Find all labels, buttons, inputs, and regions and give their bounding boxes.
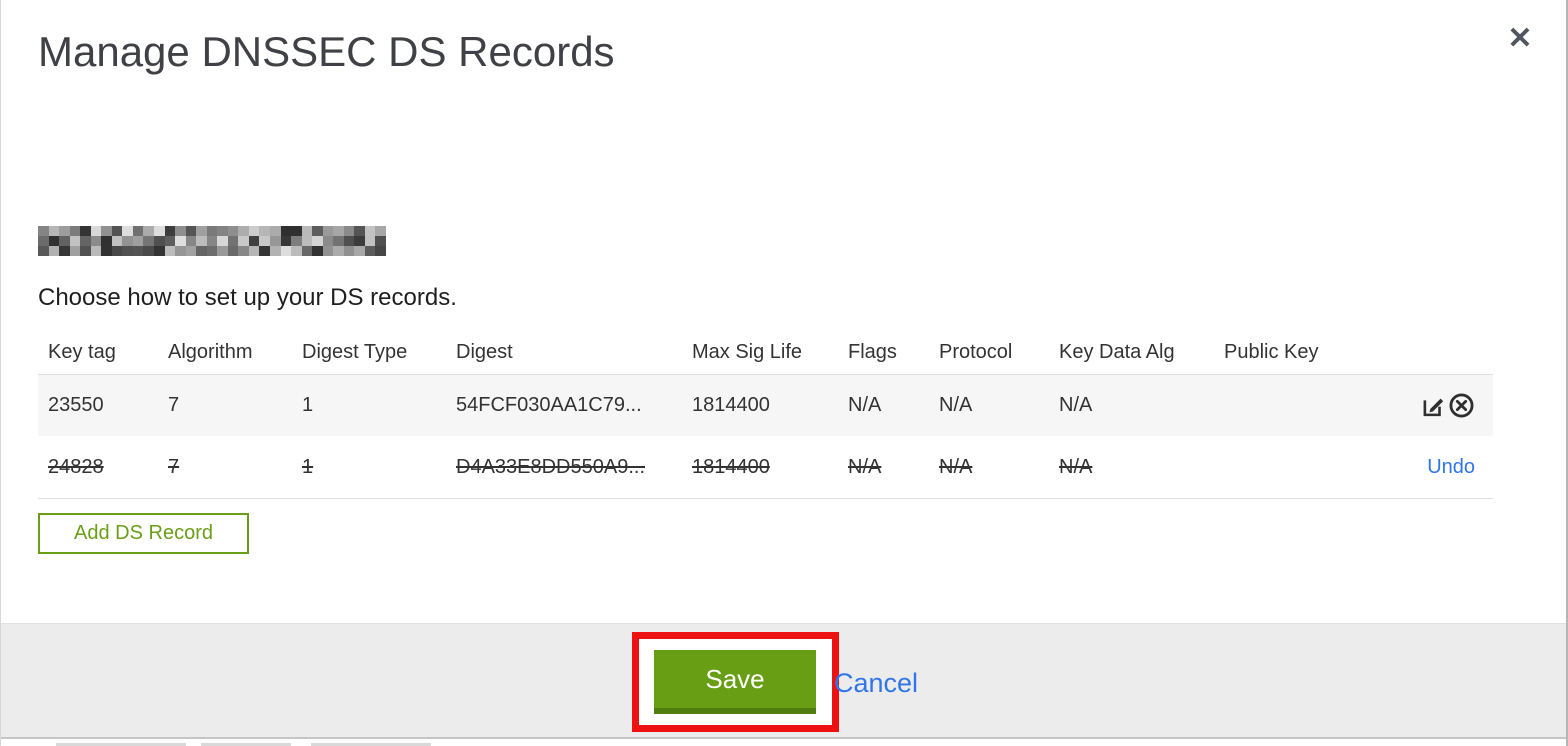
- cell-digest-type: 1: [302, 455, 314, 478]
- edit-icon[interactable]: [1419, 392, 1446, 419]
- col-header-protocol: Protocol: [939, 340, 1013, 363]
- cell-algorithm: 7: [168, 394, 180, 416]
- col-header-digest: Digest: [456, 340, 513, 363]
- table-row-active: 23550 7 1 54FCF030AA1C79... 1814400 N/A …: [38, 375, 1493, 436]
- col-header-key-data-alg: Key Data Alg: [1059, 340, 1175, 363]
- add-ds-record-button[interactable]: Add DS Record: [38, 513, 249, 554]
- cell-algorithm: 7: [168, 455, 180, 478]
- col-header-flags: Flags: [848, 340, 897, 363]
- instruction-text: Choose how to set up your DS records.: [38, 284, 457, 311]
- cell-max-sig-life: 1814400: [692, 455, 770, 478]
- col-header-digest-type: Digest Type: [302, 340, 408, 363]
- cell-digest: 54FCF030AA1C79...: [456, 394, 642, 416]
- cancel-link[interactable]: Cancel: [834, 668, 918, 699]
- cell-key-data-alg: N/A: [1059, 455, 1093, 478]
- cell-key-data-alg: N/A: [1059, 394, 1093, 416]
- cell-key-tag: 23550: [48, 394, 104, 416]
- close-icon[interactable]: ✕: [1499, 18, 1541, 60]
- table-header-row: Key tag Algorithm Digest Type Digest Max…: [38, 330, 1493, 375]
- page-title: Manage DNSSEC DS Records: [38, 28, 615, 75]
- cell-key-tag: 24828: [48, 455, 104, 478]
- ds-records-table: Key tag Algorithm Digest Type Digest Max…: [38, 330, 1493, 499]
- col-header-key-tag: Key tag: [48, 340, 116, 363]
- dnssec-modal: Manage DNSSEC DS Records ✕ Choose how to…: [0, 0, 1568, 746]
- underlying-page-sliver: [1, 741, 1566, 746]
- undo-link[interactable]: Undo: [1427, 456, 1475, 479]
- table-row-deleted: 24828 7 1 D4A33E8DD550A9... 1814400 N/A …: [38, 436, 1493, 499]
- cell-flags: N/A: [848, 455, 882, 478]
- cell-max-sig-life: 1814400: [692, 394, 770, 416]
- cell-digest-type: 1: [302, 394, 314, 416]
- redacted-domain-name: [38, 226, 386, 256]
- save-button[interactable]: Save: [654, 650, 816, 714]
- col-header-max-sig-life: Max Sig Life: [692, 340, 803, 363]
- col-header-public-key: Public Key: [1224, 340, 1319, 363]
- cell-protocol: N/A: [939, 455, 973, 478]
- row-actions: Undo: [1344, 456, 1493, 479]
- cell-protocol: N/A: [939, 394, 973, 416]
- col-header-algorithm: Algorithm: [168, 340, 253, 363]
- cell-flags: N/A: [848, 394, 882, 416]
- row-actions: [1344, 392, 1493, 419]
- delete-circle-icon[interactable]: [1448, 392, 1475, 419]
- cell-digest: D4A33E8DD550A9...: [456, 455, 646, 478]
